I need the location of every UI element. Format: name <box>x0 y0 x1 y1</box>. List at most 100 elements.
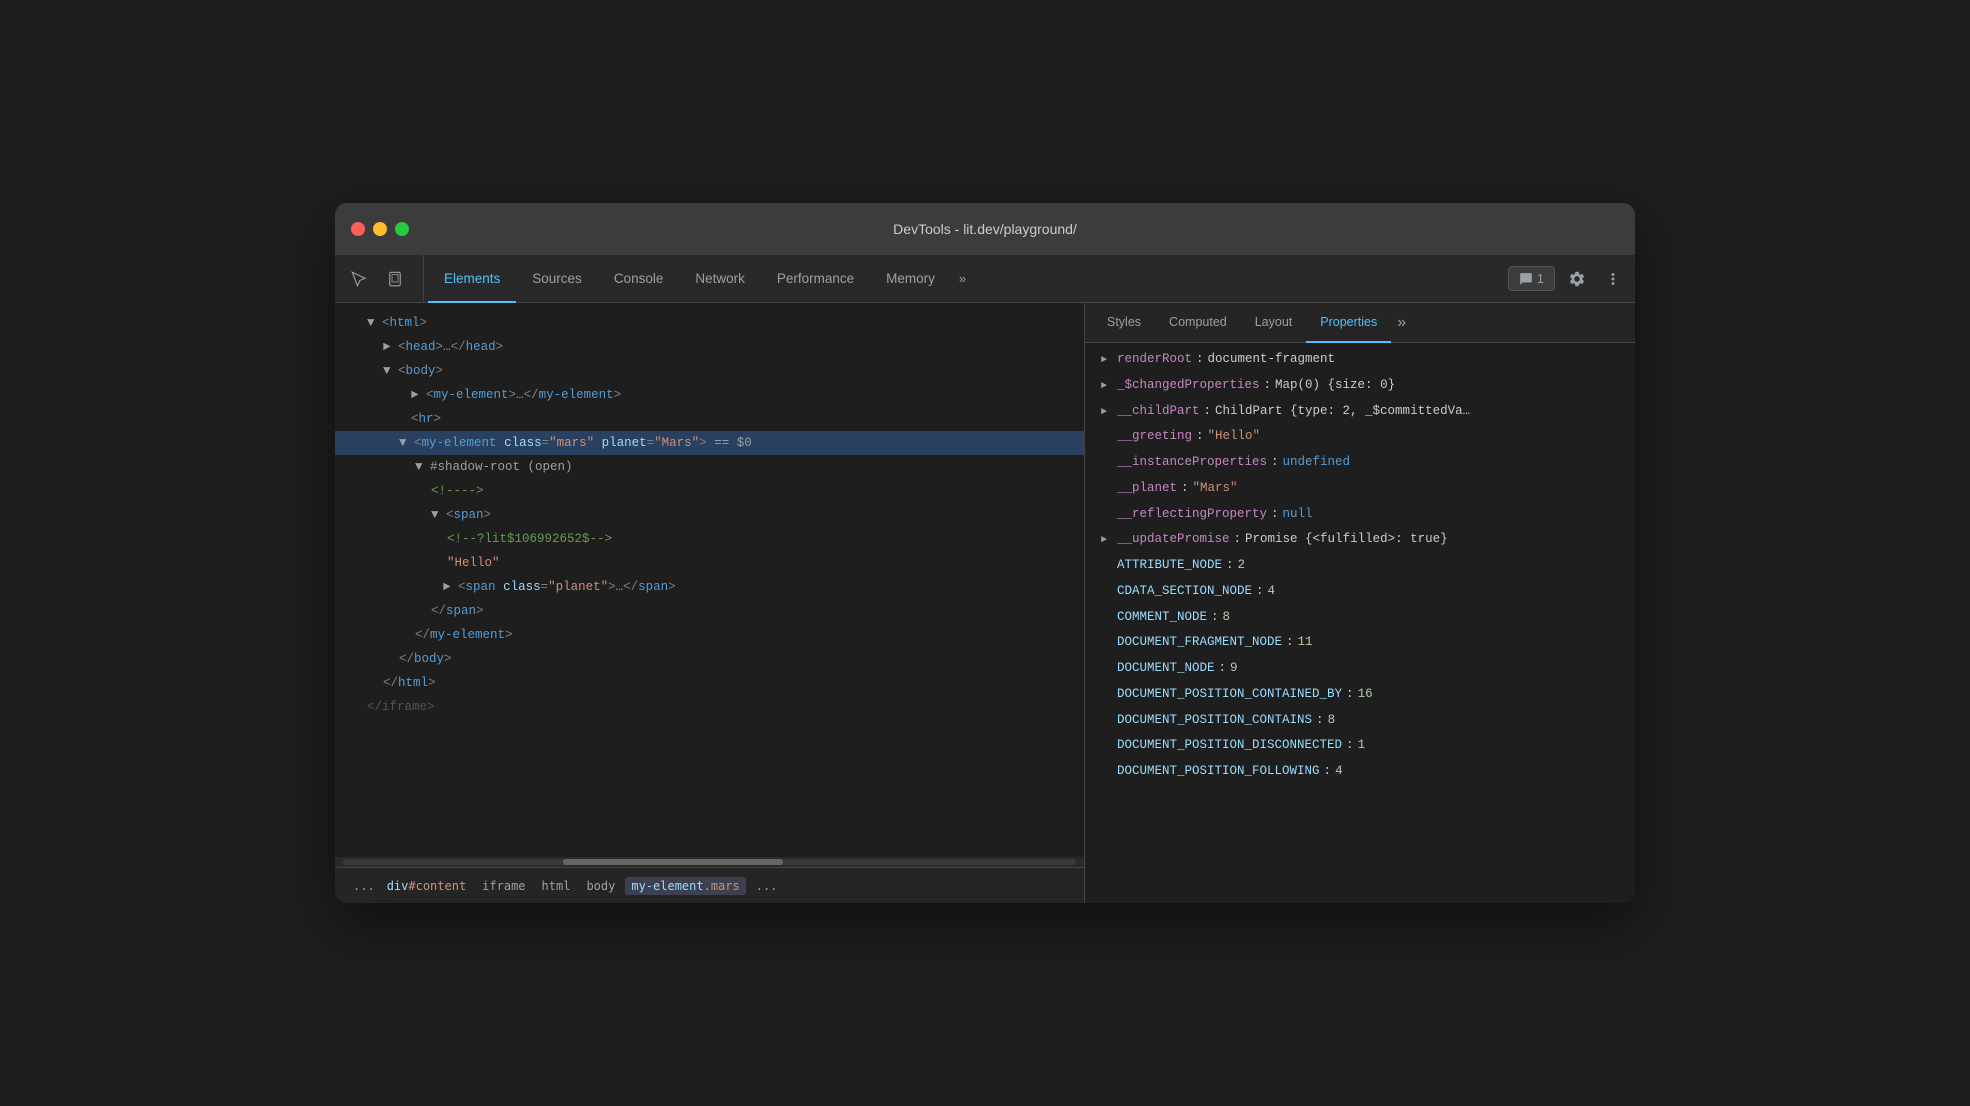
dom-span-planet[interactable]: ► <span class="planet">…</span> <box>335 575 1084 599</box>
dom-span-close[interactable]: </span> <box>335 599 1084 623</box>
dom-scroll-thumb[interactable] <box>563 859 783 865</box>
prop-DOCUMENT_POSITION_CONTAINED_BY[interactable]: ► DOCUMENT_POSITION_CONTAINED_BY : 16 <box>1085 682 1635 708</box>
breadcrumb-iframe[interactable]: iframe <box>476 877 531 895</box>
dom-my-element-collapsed[interactable]: ► <my-element>…</my-element> <box>335 383 1084 407</box>
dom-body-close[interactable]: </body> <box>335 647 1084 671</box>
prop-arrow[interactable]: ► <box>1101 531 1113 550</box>
prop-updatePromise[interactable]: ► __updatePromise : Promise {<fulfilled>… <box>1085 527 1635 553</box>
dom-head-line[interactable]: ► <head>…</head> <box>335 335 1084 359</box>
minimize-button[interactable] <box>373 222 387 236</box>
prop-planet[interactable]: ► __planet : "Mars" <box>1085 476 1635 502</box>
device-mode-icon[interactable] <box>379 263 411 295</box>
breadcrumb-dots-end[interactable]: ... <box>750 879 784 893</box>
prop-val-changedProperties: Map(0) {size: 0} <box>1275 374 1395 398</box>
dom-my-element-selected[interactable]: ▼ <my-element class="mars" planet="Mars"… <box>335 431 1084 455</box>
prop-ATTRIBUTE_NODE[interactable]: ► ATTRIBUTE_NODE : 2 <box>1085 553 1635 579</box>
prop-key-reflectingProperty: __reflectingProperty <box>1117 503 1267 527</box>
tab-overflow[interactable]: » <box>951 255 974 302</box>
prop-val-planet: "Mars" <box>1193 477 1238 501</box>
maximize-button[interactable] <box>395 222 409 236</box>
dom-scroll-track[interactable] <box>343 859 1076 865</box>
tab-performance[interactable]: Performance <box>761 255 870 303</box>
prop-val-DOCUMENT_POSITION_CONTAINED_BY: 16 <box>1358 683 1373 707</box>
prop-instanceProperties[interactable]: ► __instanceProperties : undefined <box>1085 450 1635 476</box>
tabbar: Elements Sources Console Network Perform… <box>335 255 1635 303</box>
dom-html-close[interactable]: </html> <box>335 671 1084 695</box>
dom-panel: ▼ <html> ► <head>…</head> ▼ <body> ► <my… <box>335 303 1085 903</box>
inspect-element-icon[interactable] <box>343 263 375 295</box>
dom-horizontal-scrollbar[interactable] <box>335 857 1084 867</box>
props-tab-properties[interactable]: Properties <box>1306 303 1391 343</box>
prop-arrow[interactable]: ► <box>1101 403 1113 422</box>
breadcrumb-dots-start[interactable]: ... <box>347 879 381 893</box>
prop-key-DOCUMENT_POSITION_CONTAINS: DOCUMENT_POSITION_CONTAINS <box>1117 709 1312 733</box>
prop-changedProperties[interactable]: ► _$changedProperties : Map(0) {size: 0} <box>1085 373 1635 399</box>
prop-DOCUMENT_POSITION_FOLLOWING[interactable]: ► DOCUMENT_POSITION_FOLLOWING : 4 <box>1085 759 1635 785</box>
props-tabs: Styles Computed Layout Properties » <box>1085 303 1635 343</box>
tab-sources[interactable]: Sources <box>516 255 598 303</box>
dom-comment-1[interactable]: <!----> <box>335 479 1084 503</box>
prop-greeting[interactable]: ► __greeting : "Hello" <box>1085 424 1635 450</box>
prop-key-DOCUMENT_POSITION_CONTAINED_BY: DOCUMENT_POSITION_CONTAINED_BY <box>1117 683 1342 707</box>
prop-key-DOCUMENT_NODE: DOCUMENT_NODE <box>1117 657 1215 681</box>
dom-iframe-partial[interactable]: </iframe> <box>335 695 1084 719</box>
props-tab-styles[interactable]: Styles <box>1093 303 1155 343</box>
prop-val-COMMENT_NODE: 8 <box>1223 606 1231 630</box>
prop-renderRoot[interactable]: ► renderRoot : document-fragment <box>1085 347 1635 373</box>
dom-span-open[interactable]: ▼ <span> <box>335 503 1084 527</box>
prop-key-DOCUMENT_POSITION_FOLLOWING: DOCUMENT_POSITION_FOLLOWING <box>1117 760 1320 784</box>
tab-elements[interactable]: Elements <box>428 255 516 303</box>
prop-val-reflectingProperty: null <box>1283 503 1313 527</box>
prop-COMMENT_NODE[interactable]: ► COMMENT_NODE : 8 <box>1085 605 1635 631</box>
messages-badge: 1 <box>1537 271 1544 286</box>
props-tab-layout[interactable]: Layout <box>1241 303 1307 343</box>
props-content[interactable]: ► renderRoot : document-fragment ► _$cha… <box>1085 343 1635 903</box>
dom-shadow-root[interactable]: ▼ #shadow-root (open) <box>335 455 1084 479</box>
prop-key-planet: __planet <box>1117 477 1177 501</box>
dom-hello-text[interactable]: "Hello" <box>335 551 1084 575</box>
titlebar: DevTools - lit.dev/playground/ <box>335 203 1635 255</box>
prop-key-CDATA_SECTION_NODE: CDATA_SECTION_NODE <box>1117 580 1252 604</box>
more-options-icon[interactable] <box>1599 265 1627 293</box>
tab-icon-group <box>343 255 424 302</box>
prop-key-greeting: __greeting <box>1117 425 1192 449</box>
prop-val-instanceProperties: undefined <box>1283 451 1351 475</box>
prop-arrow[interactable]: ► <box>1101 351 1113 370</box>
dom-lit-comment[interactable]: <!--?lit$106992652$--> <box>335 527 1084 551</box>
tab-network[interactable]: Network <box>679 255 761 303</box>
prop-DOCUMENT_POSITION_CONTAINS[interactable]: ► DOCUMENT_POSITION_CONTAINS : 8 <box>1085 708 1635 734</box>
dom-html-line[interactable]: ▼ <html> <box>335 311 1084 335</box>
settings-icon[interactable] <box>1563 265 1591 293</box>
dom-my-element-close[interactable]: </my-element> <box>335 623 1084 647</box>
prop-val-DOCUMENT_POSITION_FOLLOWING: 4 <box>1335 760 1343 784</box>
devtools-window: DevTools - lit.dev/playground/ Elements … <box>335 203 1635 903</box>
props-tab-overflow[interactable]: » <box>1391 303 1412 342</box>
dom-tree[interactable]: ▼ <html> ► <head>…</head> ▼ <body> ► <my… <box>335 303 1084 857</box>
prop-key-changedProperties: _$changedProperties <box>1117 374 1260 398</box>
prop-DOCUMENT_POSITION_DISCONNECTED[interactable]: ► DOCUMENT_POSITION_DISCONNECTED : 1 <box>1085 733 1635 759</box>
prop-key-DOCUMENT_POSITION_DISCONNECTED: DOCUMENT_POSITION_DISCONNECTED <box>1117 734 1342 758</box>
prop-key-instanceProperties: __instanceProperties <box>1117 451 1267 475</box>
prop-DOCUMENT_NODE[interactable]: ► DOCUMENT_NODE : 9 <box>1085 656 1635 682</box>
breadcrumb-my-element[interactable]: my-element.mars <box>625 877 745 895</box>
dom-hr-line[interactable]: <hr> <box>335 407 1084 431</box>
messages-button[interactable]: 1 <box>1508 266 1555 291</box>
tab-console[interactable]: Console <box>598 255 680 303</box>
tab-right-controls: 1 <box>1508 255 1627 302</box>
breadcrumb-html[interactable]: html <box>536 877 577 895</box>
prop-DOCUMENT_FRAGMENT_NODE[interactable]: ► DOCUMENT_FRAGMENT_NODE : 11 <box>1085 630 1635 656</box>
prop-val-DOCUMENT_NODE: 9 <box>1230 657 1238 681</box>
prop-key-childPart: __childPart <box>1117 400 1200 424</box>
tab-memory[interactable]: Memory <box>870 255 951 303</box>
prop-childPart[interactable]: ► __childPart : ChildPart {type: 2, _$co… <box>1085 399 1635 425</box>
close-button[interactable] <box>351 222 365 236</box>
prop-val-DOCUMENT_POSITION_DISCONNECTED: 1 <box>1358 734 1366 758</box>
breadcrumb-body[interactable]: body <box>580 877 621 895</box>
dom-body-line[interactable]: ▼ <body> <box>335 359 1084 383</box>
prop-arrow[interactable]: ► <box>1101 377 1113 396</box>
breadcrumb-div-content[interactable]: div#content <box>381 877 472 895</box>
props-tab-computed[interactable]: Computed <box>1155 303 1241 343</box>
prop-reflectingProperty[interactable]: ► __reflectingProperty : null <box>1085 502 1635 528</box>
prop-val-updatePromise: Promise {<fulfilled>: true} <box>1245 528 1448 552</box>
prop-CDATA_SECTION_NODE[interactable]: ► CDATA_SECTION_NODE : 4 <box>1085 579 1635 605</box>
